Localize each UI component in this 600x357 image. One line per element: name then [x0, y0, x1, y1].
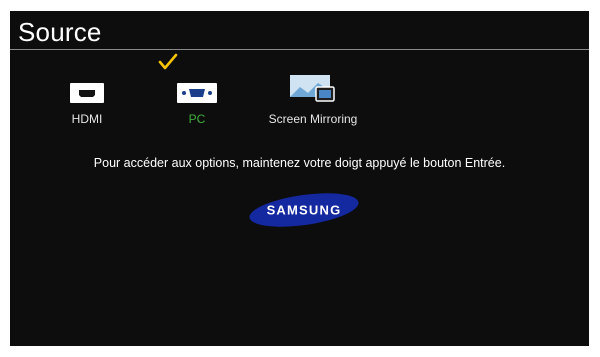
- hdmi-port-icon: [70, 83, 104, 103]
- samsung-logo: SAMSUNG: [249, 193, 359, 227]
- source-item-screen-mirroring[interactable]: Screen Mirroring: [253, 75, 373, 126]
- hint-text: Pour accéder aux options, maintenez votr…: [93, 156, 506, 170]
- source-item-pc[interactable]: PC: [137, 75, 257, 126]
- source-label-hdmi: HDMI: [71, 112, 103, 126]
- source-menu-screen: Source HDMI PC Screen Mirroring Pour acc…: [10, 11, 589, 346]
- svg-text:SAMSUNG: SAMSUNG: [267, 203, 342, 218]
- source-label-screen-mirroring: Screen Mirroring: [268, 112, 358, 126]
- title-divider: [10, 49, 589, 50]
- vga-port-icon: [177, 83, 217, 103]
- checkmark-icon: [158, 53, 178, 70]
- screen-mirroring-icon: [290, 75, 335, 102]
- source-label-pc: PC: [188, 112, 206, 126]
- page-title: Source: [18, 17, 102, 47]
- source-item-hdmi[interactable]: HDMI: [27, 75, 147, 126]
